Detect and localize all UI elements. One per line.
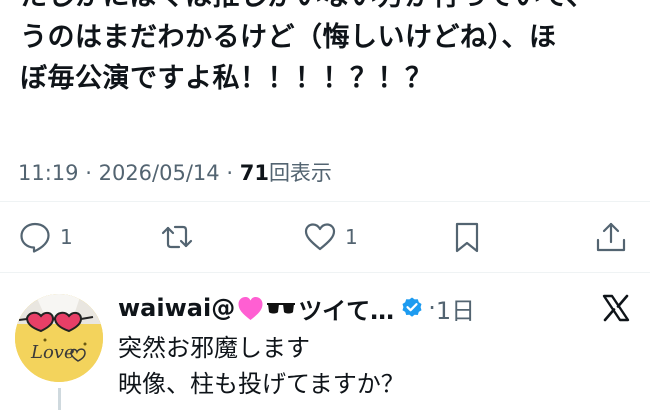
reply-separator: · bbox=[428, 294, 436, 322]
divider bbox=[0, 272, 650, 273]
action-bar: 1 1 bbox=[0, 212, 650, 262]
tweet-text: たしかにぼくは推しがいない方が行っていて、 うのはまだわかるけど（悔しいけどね）… bbox=[20, 0, 645, 99]
like-button[interactable]: 1 bbox=[303, 212, 358, 262]
tweet-date: 2026/05/14 bbox=[98, 161, 220, 185]
bookmark-button[interactable] bbox=[450, 212, 484, 262]
like-icon bbox=[304, 223, 336, 251]
meta-separator: · bbox=[85, 161, 92, 185]
verified-badge-icon[interactable] bbox=[400, 296, 424, 320]
avatar-text: Love bbox=[30, 342, 75, 363]
tweet-text-line: たしかにぼくは推しがいない方が行っていて、 bbox=[20, 0, 645, 17]
reply-count: 1 bbox=[60, 225, 73, 249]
share-button[interactable] bbox=[594, 212, 628, 262]
pink-heart-emoji-icon bbox=[238, 296, 263, 320]
reply-time[interactable]: 1日 bbox=[436, 291, 475, 326]
sunglasses-emoji-icon bbox=[267, 303, 296, 314]
reply-text: 突然お邪魔します 映像、柱も投げてますか？ bbox=[118, 330, 405, 402]
reply-display-name-suffix[interactable]: ツイて… bbox=[298, 291, 394, 326]
reply-icon bbox=[20, 222, 50, 253]
tweet-meta: 11:19 · 2026/05/14 · 71回表示 bbox=[18, 157, 332, 187]
views-count[interactable]: 71 bbox=[240, 161, 269, 185]
divider bbox=[0, 201, 650, 202]
retweet-button[interactable] bbox=[160, 212, 194, 262]
avatar[interactable]: Love bbox=[15, 294, 103, 382]
reply-text-line: 映像、柱も投げてますか？ bbox=[118, 370, 405, 398]
views-label[interactable]: 回表示 bbox=[269, 161, 332, 185]
tweet-time: 11:19 bbox=[18, 161, 79, 185]
share-icon bbox=[596, 222, 626, 252]
meta-separator: · bbox=[226, 161, 234, 185]
reply-header: waiwai@ ツイて… · 1日 bbox=[118, 290, 475, 326]
avatar-image: Love bbox=[15, 294, 103, 382]
bookmark-icon bbox=[455, 222, 479, 253]
retweet-icon bbox=[161, 225, 193, 249]
reply-text-line: 突然お邪魔します bbox=[118, 334, 310, 362]
tweet-text-line: うのはまだわかるけど（悔しいけどね）、ほ bbox=[20, 22, 557, 53]
like-count: 1 bbox=[345, 225, 358, 249]
thread-line bbox=[58, 388, 61, 410]
reply-button[interactable]: 1 bbox=[18, 212, 73, 262]
reply-tweet[interactable]: Love waiwai@ ツイて… · 1日 突然お邪魔します 映像、柱も投げて… bbox=[0, 280, 650, 410]
x-logo-icon bbox=[602, 294, 630, 322]
tweet-text-line: ぼ毎公演ですよ私！！！！？！？ bbox=[20, 63, 433, 94]
reply-display-name[interactable]: waiwai@ bbox=[118, 294, 235, 322]
